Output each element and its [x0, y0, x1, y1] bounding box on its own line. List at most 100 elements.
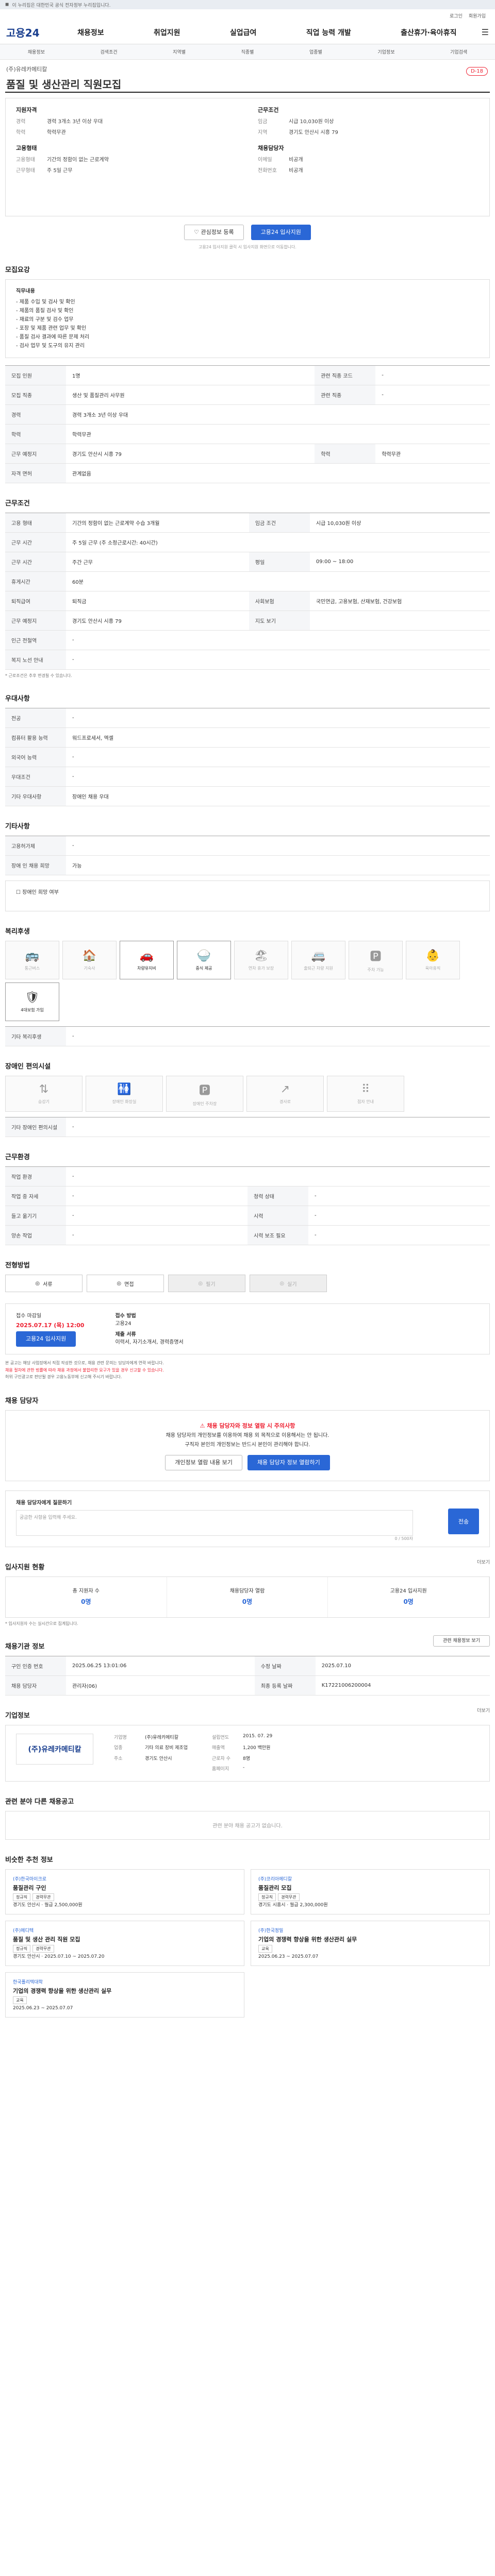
- subnav-item[interactable]: 기업검색: [450, 48, 467, 55]
- benefit-label: 연차 휴가 보장: [248, 965, 274, 971]
- subnav-item[interactable]: 직종별: [241, 48, 254, 55]
- cell-value: 기간의 정함이 없는 근로계약 수습 3개월: [66, 513, 249, 533]
- table-row: 학력 학력무관: [5, 424, 490, 444]
- card-title: 품질관리 모집: [258, 1884, 292, 1891]
- stat-item: 고용24 입사지원 0명: [328, 1577, 489, 1617]
- recommend-card[interactable]: (주)한국마이크로 품질관리 구인 정규직 경력무관 경기도 안산시 · 월급 2,50…: [5, 1869, 244, 1914]
- table-row: 근무 시간 주 5일 근무 (주 소정근로시간: 40시간): [5, 532, 490, 552]
- section-title: 기타사항: [5, 823, 30, 831]
- nav-jobs[interactable]: 채용정보: [77, 27, 104, 38]
- nav-unemployment[interactable]: 실업급여: [230, 27, 257, 38]
- summary-box: 지원자격 경력 경력 3개소 3년 이상 우대 학력 학력무관 고용형태 고용형태 기…: [5, 98, 490, 216]
- cell-label: 고용 형태: [5, 513, 66, 533]
- cell-label: [249, 650, 310, 670]
- send-button[interactable]: 전송: [448, 1508, 479, 1534]
- summary-heading: 지원자격: [16, 107, 37, 113]
- cell-value: -: [375, 365, 490, 385]
- more-link[interactable]: 더보기: [477, 1558, 490, 1565]
- cell-value: [309, 611, 490, 631]
- cell-value: 2025.06.25 13:01:06: [66, 1656, 255, 1676]
- cell-label: 장애 인 채용 희망: [5, 855, 66, 875]
- subnav-item[interactable]: 기업정보: [377, 48, 394, 55]
- table-row: 채용 담당자 관리자(06) 최종 등록 날짜 K17221006200004: [5, 1675, 490, 1696]
- save-interest-button[interactable]: ♡ 관심정보 등록: [184, 225, 244, 240]
- cell-label: 모집 직종: [5, 385, 66, 405]
- card-company: (주)한국정밀: [258, 1928, 284, 1934]
- signup-link[interactable]: 회원가입: [469, 12, 486, 19]
- cell-value: 생산 및 품질관리 사무원: [66, 385, 315, 405]
- card-company: 한국폴리텍대학: [13, 1979, 43, 1985]
- menu-icon[interactable]: ☰: [482, 27, 489, 37]
- contact-view-button[interactable]: 채용 담당자 정보 열람하기: [247, 1454, 330, 1470]
- table-row: 휴게시간 60분: [5, 571, 490, 591]
- cell-label: 임금 조건: [249, 513, 310, 533]
- duty-line: - 포장 및 제품 관련 업무 및 확인: [16, 326, 87, 331]
- summary-key: 고용형태: [16, 157, 35, 163]
- card-title: 품질관리 구인: [13, 1884, 46, 1891]
- more-link[interactable]: 더보기: [477, 1707, 490, 1714]
- method-item: ◎ 필기: [168, 1275, 245, 1292]
- apply-button[interactable]: 고용24 입사지원: [251, 225, 311, 240]
- section-title: 전형방법: [5, 1262, 30, 1269]
- cell-value: -: [66, 630, 249, 650]
- table-row: 장애 인 채용 희망 가능: [5, 855, 490, 875]
- method-label: 접수 방법: [115, 1313, 136, 1319]
- summary-value: 경기도 안산시 시흥 79: [289, 130, 338, 135]
- cell-label: 양손 작업: [5, 1225, 66, 1245]
- table-row: 작업 중 자세 - 청력 상태 -: [5, 1186, 490, 1206]
- recommend-card[interactable]: (주)한국정밀 기업의 경쟁력 향상을 위한 생산관리 실무 교육 2025.06.2…: [251, 1920, 490, 1966]
- site-logo[interactable]: 고용24: [6, 25, 53, 40]
- benefit-item: 🏖 연차 휴가 보장: [234, 941, 288, 979]
- nav-training[interactable]: 직업 능력 개발: [306, 27, 351, 38]
- table-row: 근무 예정지 경기도 안산시 시흥 79 학력 학력무관: [5, 444, 490, 464]
- method-value: 고용24: [115, 1321, 131, 1327]
- subnav-item[interactable]: 지역별: [173, 48, 186, 55]
- docs-label: 제출 서류: [115, 1332, 136, 1337]
- bullet: 채용 절차에 관한 법률에 따라 채용 과정에서 불합리한 요구가 있을 경우 …: [5, 1367, 164, 1372]
- table-row: 컴퓨터 활용 능력 워드프로세서, 엑셀: [5, 727, 490, 748]
- stat-item: 총 지원자 수 0명: [6, 1577, 167, 1617]
- subnav-item[interactable]: 업종별: [309, 48, 322, 55]
- cell-label: 작업 환경: [5, 1166, 66, 1187]
- cell-label: 채용 담당자: [5, 1675, 66, 1696]
- nav-employment-support[interactable]: 취업지원: [154, 27, 180, 38]
- recommend-card[interactable]: (주)메디텍 품질 및 생산 관리 직원 모집 정규직 경력무관 경기도 안산시 · 2…: [5, 1920, 244, 1966]
- recommend-card[interactable]: (주)코리아메디칼 품질관리 모집 정규직 경력무관 경기도 시흥시 · 월급 2,30…: [251, 1869, 490, 1914]
- facility-extra-value: -: [66, 1117, 490, 1137]
- recommend-card[interactable]: 한국폴리텍대학 기업의 경쟁력 향상을 위한 생산관리 실무 교육 2025.06.2…: [5, 1972, 244, 2018]
- cell-value: 60분: [66, 571, 249, 591]
- benefit-icon: 🅿: [370, 951, 382, 963]
- login-link[interactable]: 로그인: [450, 12, 463, 19]
- cell-value: 주간 근무: [66, 552, 249, 572]
- summary-value: 비공개: [289, 168, 303, 174]
- gov-banner: ◼ 이 누리집은 대한민국 공식 전자정부 누리집입니다.: [0, 0, 495, 9]
- cell-value: [375, 404, 490, 425]
- related-jobs-button[interactable]: 관련 채용정보 보기: [433, 1635, 490, 1647]
- nav-leave[interactable]: 출산휴가·육아휴직: [401, 27, 456, 38]
- stat-value: 0명: [242, 1598, 253, 1605]
- subnav-item[interactable]: 검색조건: [100, 48, 117, 55]
- method-label: 실기: [287, 1281, 297, 1287]
- radio-icon: ◎: [117, 1280, 122, 1286]
- summary-value: 주 5일 근무: [47, 168, 73, 174]
- question-input[interactable]: 궁금한 사항을 입력해 주세요.: [16, 1510, 413, 1536]
- info-key: [114, 1765, 145, 1773]
- privacy-view-button[interactable]: 개인정보 열람 내용 보기: [165, 1454, 242, 1470]
- apply-button-2[interactable]: 고용24 입사지원: [16, 1331, 76, 1347]
- facility-item: 🅿 장애인 주차장: [166, 1076, 243, 1112]
- tag: 경력무관: [278, 1893, 300, 1902]
- table-row: 우대조건 -: [5, 767, 490, 787]
- benefit-icon: 🏠: [82, 949, 97, 962]
- facility-extra: 기타 장애인 편의시설 -: [5, 1117, 490, 1137]
- method-label: 면접: [124, 1281, 134, 1287]
- cell-value: 학력무관: [66, 424, 315, 444]
- radio-icon: ◎: [279, 1280, 285, 1286]
- conditions-table: 고용 형태 기간의 정함이 없는 근로계약 수습 3개월 임금 조건 시급 10,03…: [5, 513, 490, 670]
- facility-icon: ⇅: [39, 1083, 49, 1096]
- subnav-item[interactable]: 채용정보: [28, 48, 45, 55]
- table-row: 들고 옮기기 - 시력 -: [5, 1206, 490, 1226]
- summary-value: 비공개: [289, 157, 303, 163]
- benefit-item: 🅿 주차 가능: [349, 941, 403, 979]
- facility-label: 점자 안내: [357, 1099, 374, 1104]
- facility-extra-label: 기타 장애인 편의시설: [5, 1117, 66, 1137]
